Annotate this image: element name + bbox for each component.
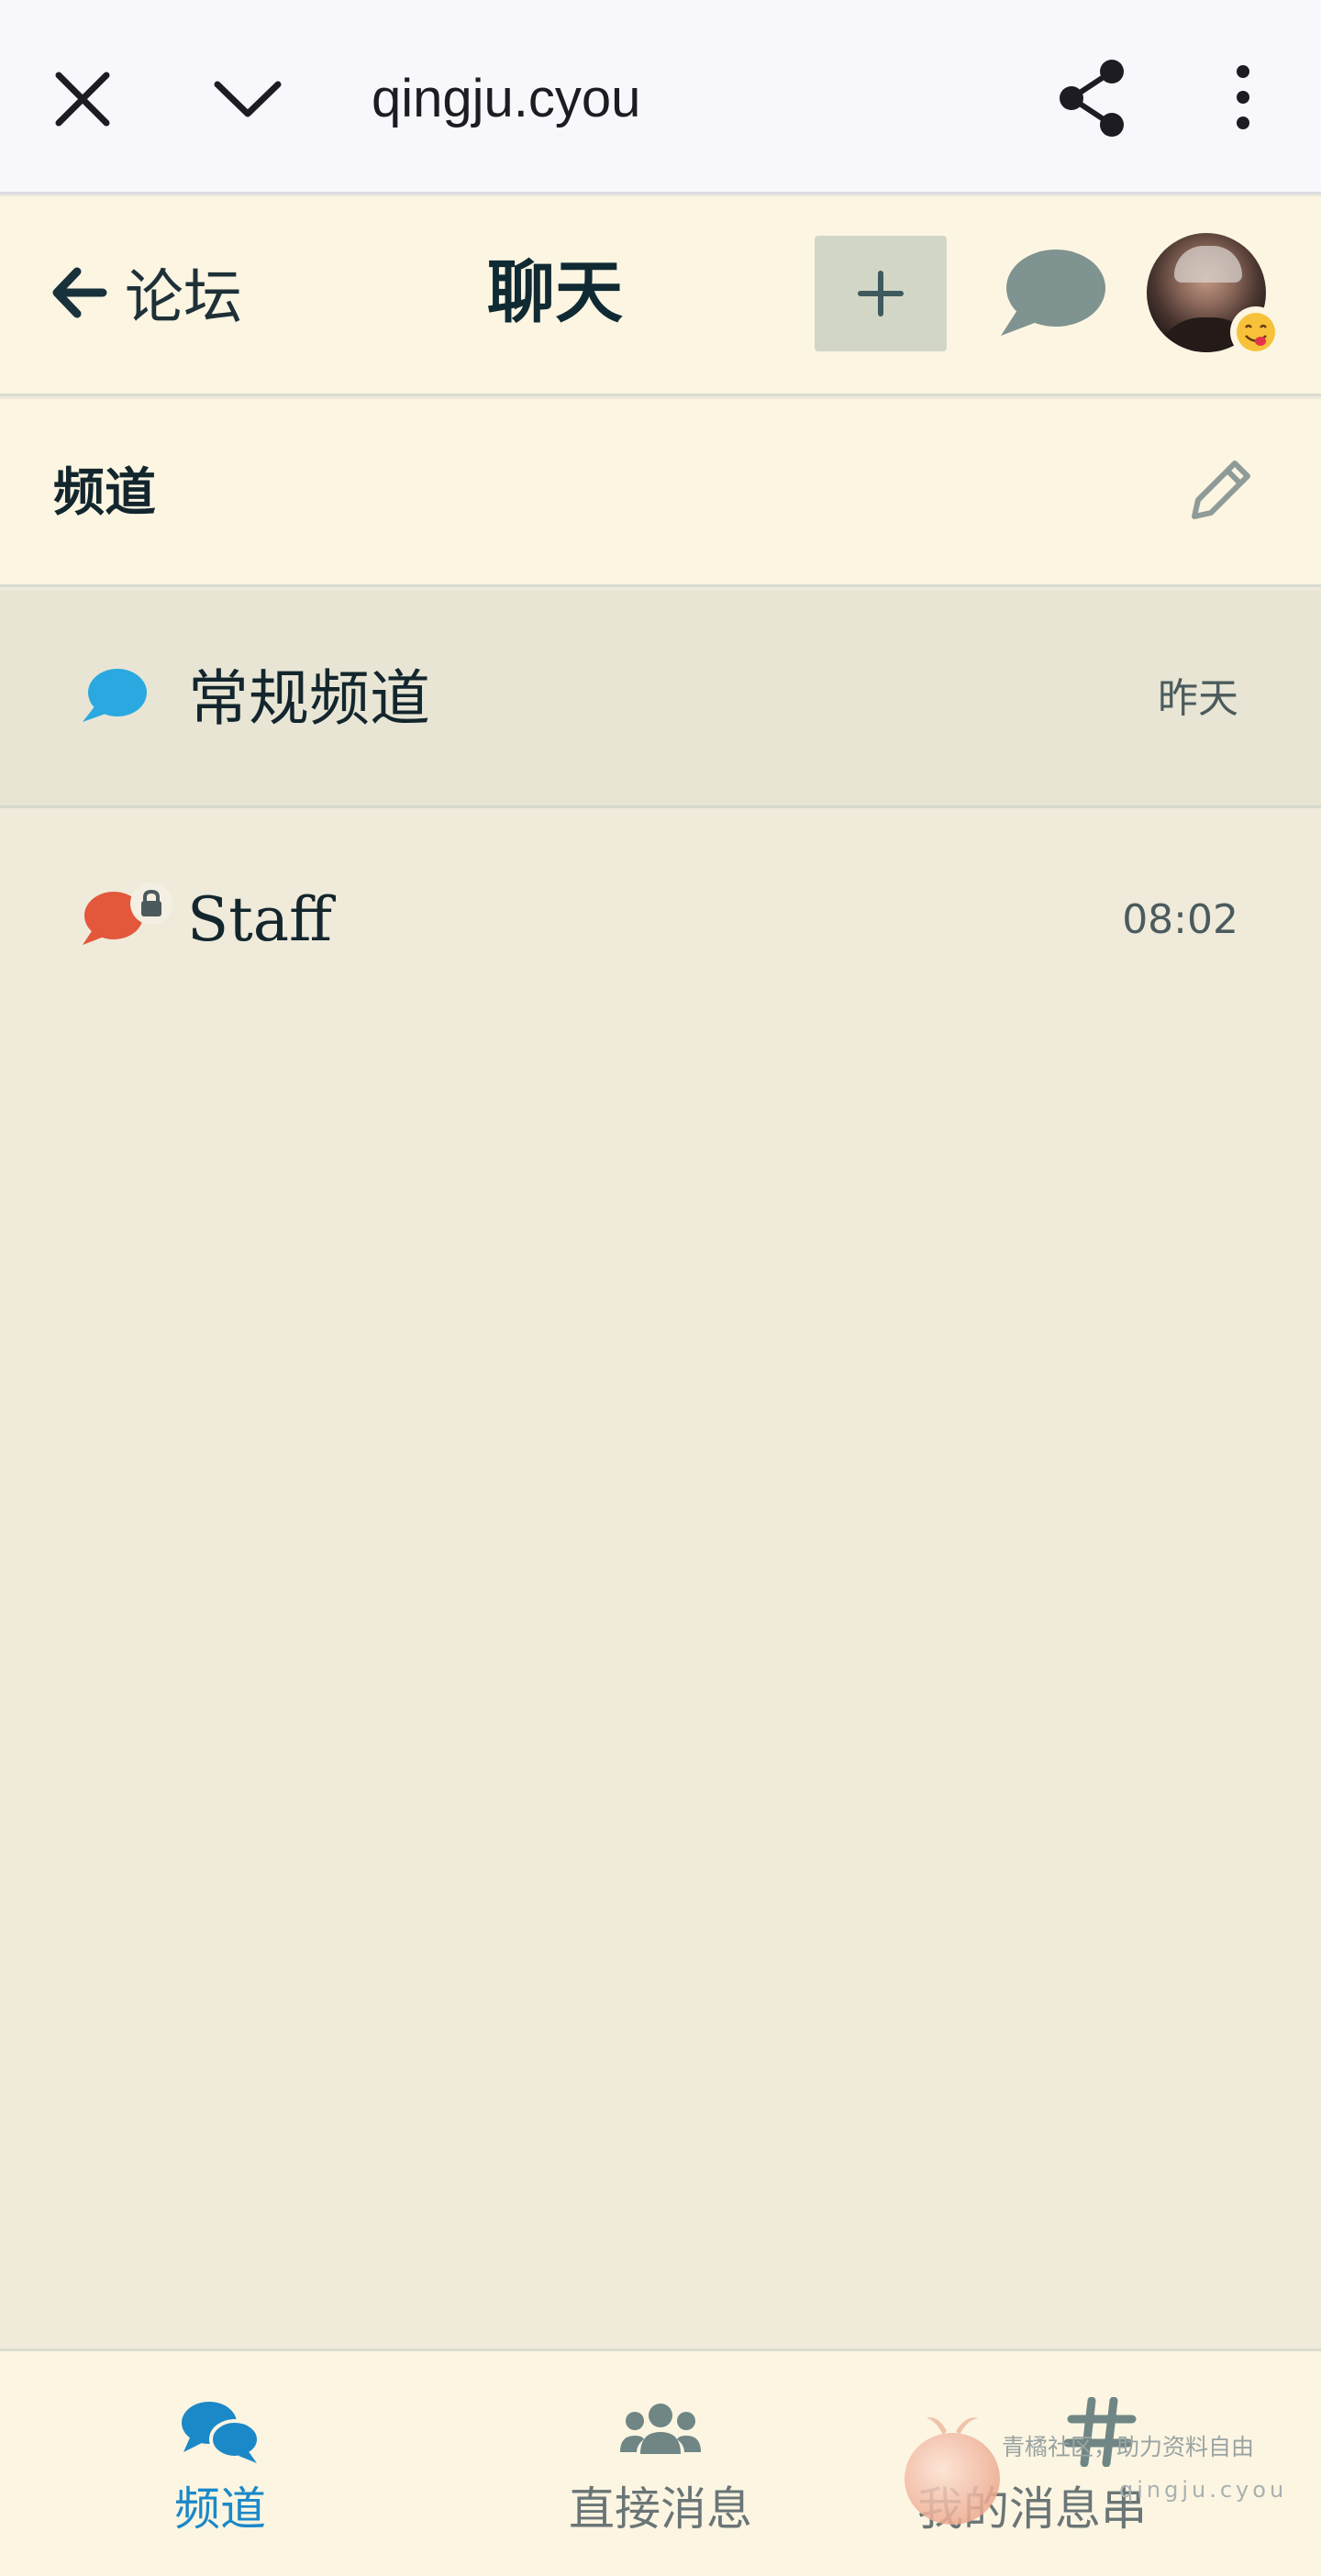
back-label: 论坛 [125, 264, 242, 332]
share-icon[interactable] [1055, 57, 1132, 139]
channel-name: 常规频道 [188, 663, 430, 734]
url-text[interactable]: qingju.cyou [372, 62, 640, 136]
channel-time: 昨天 [1158, 675, 1238, 722]
channel-time: 08:02 [1122, 896, 1238, 943]
close-icon[interactable] [46, 62, 119, 136]
chat-bubble-icon [79, 663, 149, 729]
plus-icon [855, 268, 906, 319]
back-to-forum-link[interactable]: 论坛 [48, 242, 242, 343]
chevron-down-icon[interactable] [206, 62, 289, 136]
tab-label: 频道 [174, 2482, 266, 2536]
edit-channels-button[interactable] [1183, 454, 1257, 527]
channel-row-staff[interactable]: Staff 08:02 [0, 811, 1321, 1029]
page-title: 聊天 [487, 253, 623, 332]
section-title: 频道 [53, 463, 156, 523]
app-header: 论坛 聊天 [0, 196, 1321, 396]
browser-bar: qingju.cyou [0, 0, 1321, 194]
chat-bubbles-icon [178, 2397, 262, 2467]
new-channel-button[interactable] [815, 236, 947, 351]
hashtag-icon [1059, 2397, 1143, 2467]
chat-bubble-icon [995, 240, 1111, 349]
yum-face-emoji-icon [1230, 306, 1282, 358]
pencil-icon [1183, 454, 1257, 527]
arrow-left-icon [48, 261, 112, 325]
channel-row-general[interactable]: 常规频道 昨天 [0, 590, 1321, 808]
lock-icon [130, 883, 172, 925]
more-vertical-icon[interactable] [1216, 61, 1271, 134]
tab-my-threads[interactable]: 我的消息串 [881, 2351, 1321, 2576]
channels-section-header: 频道 [0, 399, 1321, 587]
tab-channels[interactable]: 频道 [0, 2351, 440, 2576]
users-icon [618, 2397, 703, 2467]
chat-button[interactable] [995, 240, 1111, 349]
bottom-nav: 频道 直接消息 我的消息串 [0, 2348, 1321, 2576]
channel-name: Staff [187, 884, 332, 955]
tab-label: 我的消息串 [917, 2482, 1147, 2536]
tab-direct-messages[interactable]: 直接消息 [440, 2351, 881, 2576]
